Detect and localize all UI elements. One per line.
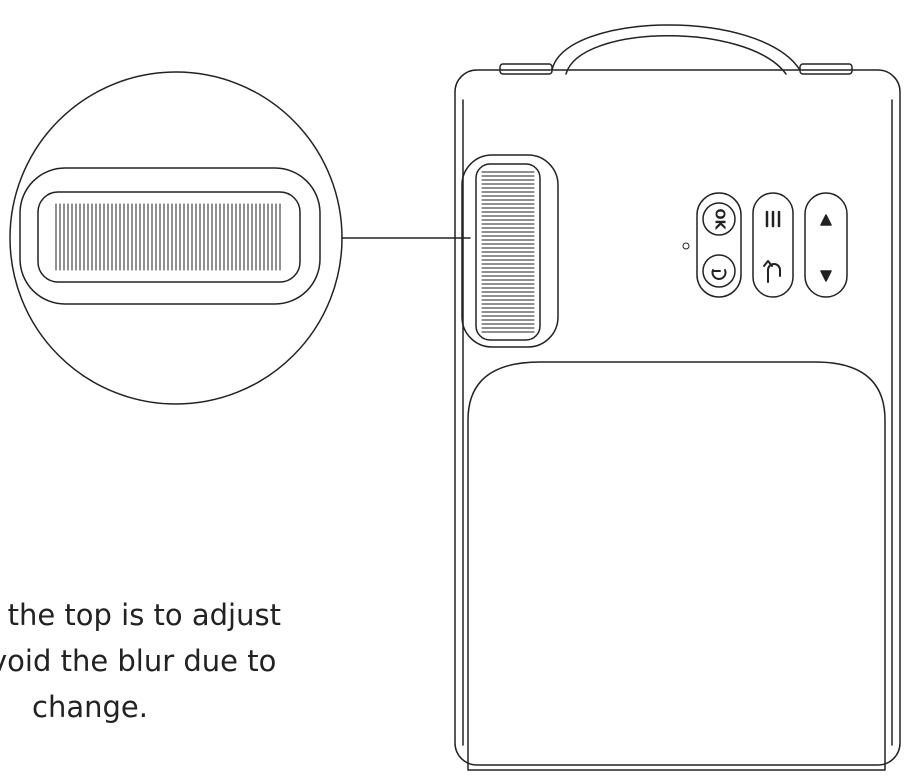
caption-line-1: n the top is to adjust [0, 598, 281, 632]
indicator-light [682, 242, 690, 250]
projector-body [454, 69, 901, 766]
ok-button-label: OK [712, 208, 727, 230]
power-icon [711, 269, 727, 280]
handle-mount-left [499, 63, 553, 75]
triangle-down-icon[interactable] [820, 270, 832, 282]
handle-mount-right [799, 63, 853, 75]
caption-line-3: change. [32, 690, 148, 724]
back-arrow-icon[interactable] [763, 260, 781, 283]
projector-handle [551, 24, 801, 71]
menu-icon[interactable] [765, 210, 781, 228]
magnified-wheel-ridges [55, 203, 281, 271]
projector-handle-inner [565, 35, 787, 75]
magnified-focus-wheel [37, 191, 301, 283]
lens-cover-panel [467, 361, 886, 771]
caption: n the top is to adjust void the blur due… [0, 592, 420, 730]
triangle-up-icon[interactable] [820, 214, 832, 226]
magnified-wheel-housing [19, 167, 321, 305]
caption-line-2: void the blur due to [0, 644, 277, 678]
menu-back-button-group [752, 192, 794, 298]
focus-wheel-ridges [481, 171, 535, 333]
